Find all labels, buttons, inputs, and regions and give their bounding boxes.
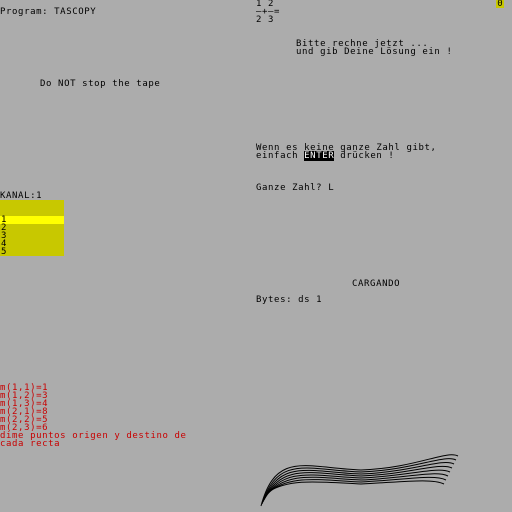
status-badge: 0 — [496, 0, 504, 9]
hint-text-after: drücken ! — [334, 151, 395, 161]
tape-warning: Do NOT stop the tape — [40, 79, 161, 89]
quiz-hint-2: einfach ENTER drücken ! — [256, 151, 395, 161]
channel-item-5[interactable]: 5 — [1, 248, 7, 257]
kanal-label: KANAL:1 — [0, 191, 43, 201]
wave-curves-graphic — [260, 454, 459, 507]
bytes-readout: Bytes: ds 1 — [256, 295, 323, 305]
loading-status: CARGANDO — [352, 279, 401, 289]
answer-input[interactable]: Ganze Zahl? L — [256, 184, 334, 193]
hint-text-before: einfach — [256, 151, 305, 161]
enter-key-label: ENTER — [304, 151, 335, 161]
program-title: Program: TASCOPY — [0, 7, 97, 17]
quiz-instruction-2: und gib Deine Lösung ein ! — [296, 47, 453, 57]
selected-channel-highlight — [0, 216, 64, 224]
matrix-prompt-2: cada recta — [0, 439, 61, 449]
channel-list: 1 2 3 4 5 — [0, 200, 64, 257]
fraction-denominators: 2 3 — [256, 15, 275, 25]
